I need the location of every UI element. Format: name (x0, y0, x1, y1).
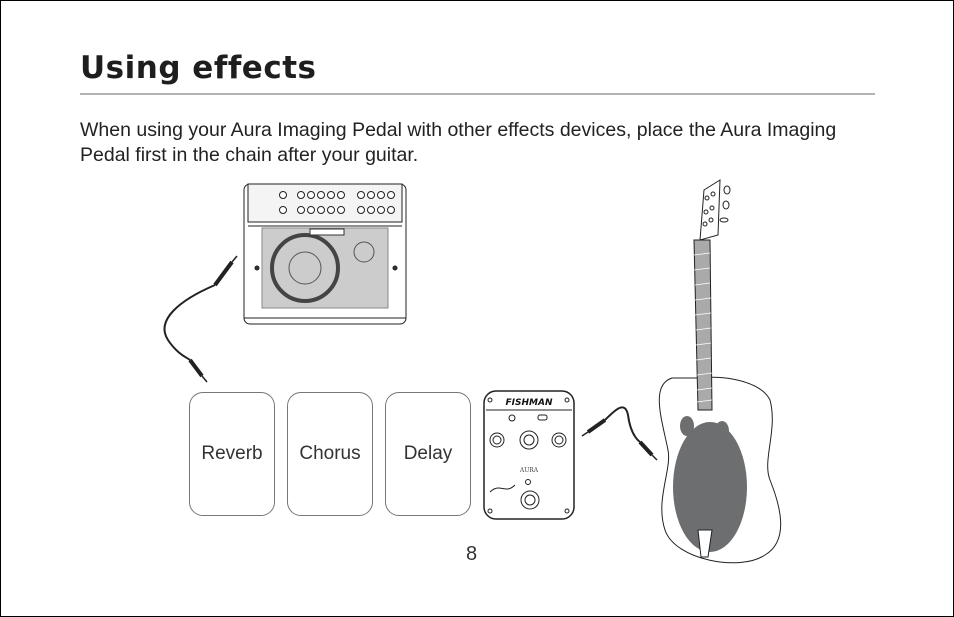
effect-box-delay: Delay (385, 392, 471, 516)
page-number: 8 (466, 543, 478, 565)
effect-box-chorus: Chorus (287, 392, 373, 516)
pedal-logo: AURA (519, 467, 539, 474)
amplifier-illustration (243, 183, 407, 325)
acoustic-guitar-illustration (658, 179, 782, 564)
pedal-brand: FISHMAN (506, 398, 553, 408)
aura-pedal-illustration (483, 390, 575, 520)
cable-to-guitar (581, 406, 658, 461)
cable-to-amp (163, 255, 238, 383)
signal-chain-diagram: FISHMAN AURA (163, 179, 782, 564)
effect-box-reverb: Reverb (189, 392, 275, 516)
